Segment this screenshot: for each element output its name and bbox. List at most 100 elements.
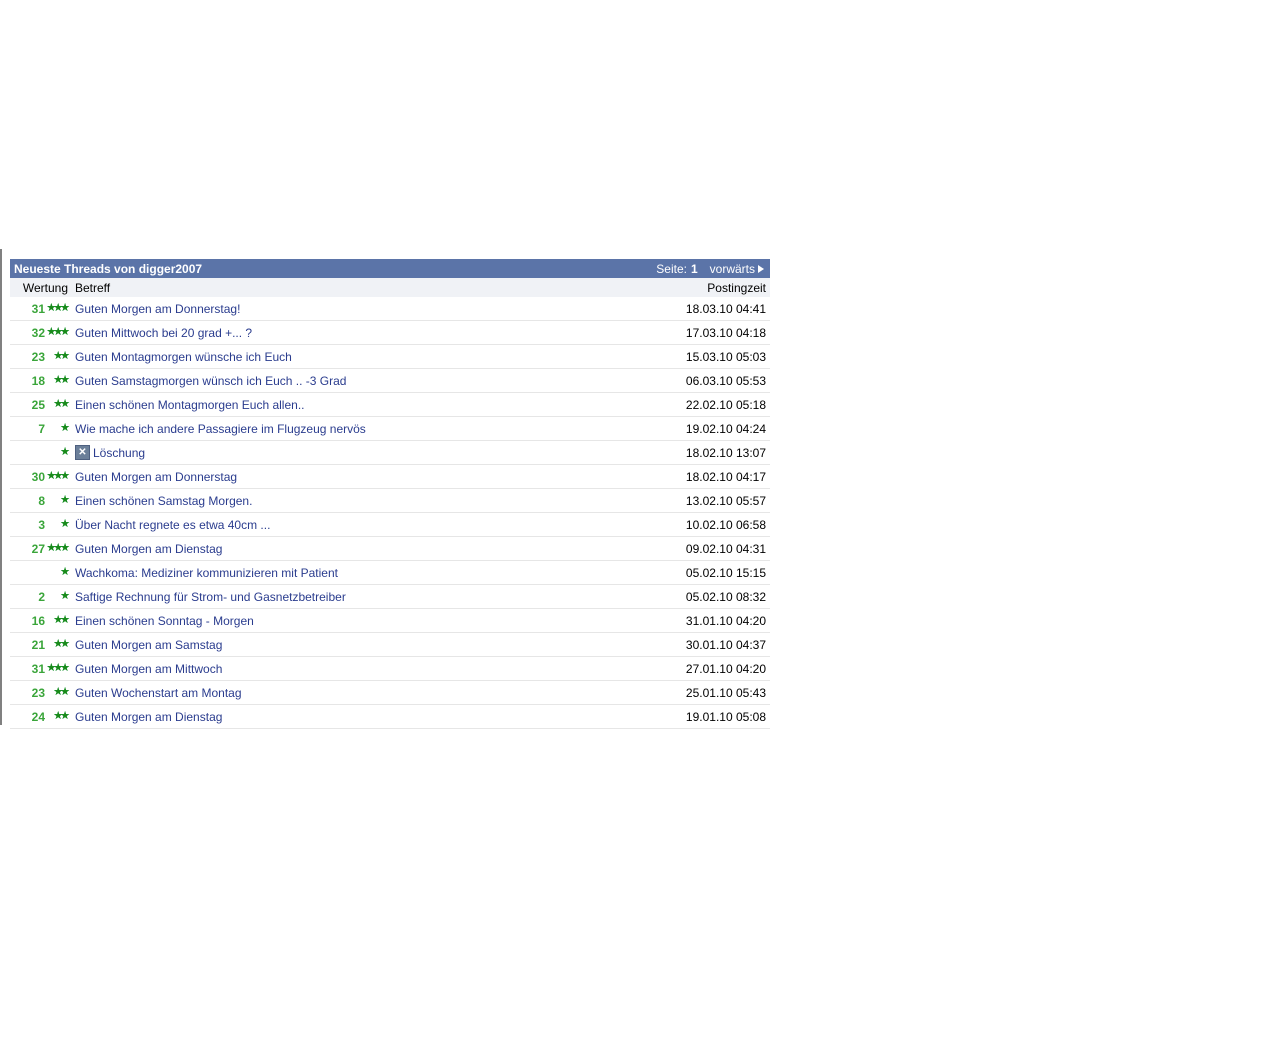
- thread-subject: Guten Montagmorgen wünsche ich Euch: [70, 350, 646, 364]
- posting-time: 18.02.10 04:17: [685, 469, 766, 484]
- star-icon: ★: [60, 374, 70, 386]
- star-icon: ★: [60, 590, 70, 602]
- thread-link[interactable]: Guten Mittwoch bei 20 grad +... ?: [75, 326, 252, 340]
- table-row: 3 ★ Über Nacht regnete es etwa 40cm ... 10.…: [10, 513, 770, 537]
- posting-time: 30.01.10 04:37: [685, 637, 766, 652]
- column-header-rating[interactable]: Wertung: [10, 281, 68, 295]
- rating-stars: ★ ★ ★: [45, 471, 70, 482]
- table-row: 24 ★ ★ Guten Morgen am Dienstag 19.01.10 05:…: [10, 705, 770, 729]
- table-row: 23 ★ ★ Guten Montagmorgen wünsche ich Euch 1…: [10, 345, 770, 369]
- star-icon: ★: [60, 446, 70, 458]
- thread-link[interactable]: Guten Morgen am Dienstag: [75, 542, 222, 556]
- table-row: ★ Wachkoma: Mediziner kommunizieren mit P…: [10, 561, 770, 585]
- delete-x-icon: ✕: [75, 445, 90, 460]
- rating-stars: ★ ★: [45, 375, 70, 386]
- rating-score: 8: [38, 493, 45, 508]
- posting-time: 18.02.10 13:07: [685, 445, 766, 460]
- table-row: 31 ★ ★ ★ Guten Morgen am Mittwoch 27.01.10 04…: [10, 657, 770, 681]
- column-header-row: Wertung Betreff Postingzeit: [10, 278, 770, 297]
- thread-link[interactable]: Guten Morgen am Mittwoch: [75, 662, 222, 676]
- posting-time: 31.01.10 04:20: [685, 613, 766, 628]
- rating-score: 32: [31, 325, 45, 340]
- table-row: 23 ★ ★ Guten Wochenstart am Montag 25.01.10 …: [10, 681, 770, 705]
- thread-link[interactable]: Wachkoma: Mediziner kommunizieren mit Pa…: [75, 566, 338, 580]
- rating-stars: ★ ★ ★: [45, 327, 70, 338]
- posting-time: 13.02.10 05:57: [685, 493, 766, 508]
- thread-subject: Guten Samstagmorgen wünsch ich Euch .. -…: [70, 374, 646, 388]
- thread-link[interactable]: Guten Morgen am Dienstag: [75, 710, 222, 724]
- thread-link[interactable]: Guten Morgen am Donnerstag: [75, 470, 237, 484]
- thread-link[interactable]: Guten Montagmorgen wünsche ich Euch: [75, 350, 292, 364]
- posting-time: 19.01.10 05:08: [685, 709, 766, 724]
- thread-subject: Guten Morgen am Mittwoch: [70, 662, 646, 676]
- rating-score: 30: [31, 469, 45, 484]
- column-header-time[interactable]: Postingzeit: [646, 281, 770, 295]
- table-row: 21 ★ ★ Guten Morgen am Samstag 30.01.10 04:3…: [10, 633, 770, 657]
- rating-stars: ★ ★: [45, 639, 70, 650]
- thread-subject: Einen schönen Montagmorgen Euch allen..: [70, 398, 646, 412]
- thread-link[interactable]: Einen schönen Samstag Morgen.: [75, 494, 252, 508]
- page-label: Seite:: [656, 261, 687, 276]
- star-icon: ★: [60, 662, 70, 674]
- posting-time: 10.02.10 06:58: [685, 517, 766, 532]
- rating-score: 31: [31, 301, 45, 316]
- posting-time: 19.02.10 04:24: [685, 421, 766, 436]
- next-page-link[interactable]: vorwärts: [710, 262, 766, 276]
- thread-subject: Guten Morgen am Dienstag: [70, 710, 646, 724]
- thread-subject: Wie mache ich andere Passagiere im Flugz…: [70, 422, 646, 436]
- star-icon: ★: [60, 422, 70, 434]
- rating-stars: ★: [45, 567, 70, 578]
- left-border-line: [0, 249, 2, 725]
- rating-score: 27: [31, 541, 45, 556]
- star-icon: ★: [60, 686, 70, 698]
- posting-time: 05.02.10 08:32: [685, 589, 766, 604]
- star-icon: ★: [60, 638, 70, 650]
- thread-link[interactable]: Guten Morgen am Donnerstag!: [75, 302, 240, 316]
- star-icon: ★: [60, 326, 70, 338]
- rating-stars: ★ ★: [45, 687, 70, 698]
- thread-list: 31 ★ ★ ★ Guten Morgen am Donnerstag! 18.03.10…: [10, 297, 770, 729]
- pager: Seite: 1 vorwärts: [656, 262, 766, 276]
- star-icon: ★: [60, 302, 70, 314]
- next-page-label[interactable]: vorwärts: [710, 262, 755, 276]
- thread-subject: Saftige Rechnung für Strom- und Gasnetzb…: [70, 590, 646, 604]
- rating-stars: ★ ★: [45, 711, 70, 722]
- thread-subject: ✕ Löschung: [70, 445, 646, 460]
- table-row: 32 ★ ★ ★ Guten Mittwoch bei 20 grad +... ? 17…: [10, 321, 770, 345]
- table-row: 31 ★ ★ ★ Guten Morgen am Donnerstag! 18.03.10…: [10, 297, 770, 321]
- threads-panel: Neueste Threads von digger2007 Seite: 1 …: [10, 259, 770, 729]
- rating-score: 21: [31, 637, 45, 652]
- thread-subject: Einen schönen Sonntag - Morgen: [70, 614, 646, 628]
- rating-stars: ★ ★ ★: [45, 663, 70, 674]
- thread-subject: Einen schönen Samstag Morgen.: [70, 494, 646, 508]
- star-icon: ★: [60, 566, 70, 578]
- thread-link[interactable]: Einen schönen Sonntag - Morgen: [75, 614, 254, 628]
- rating-score: 24: [31, 709, 45, 724]
- rating-score: 3: [38, 517, 45, 532]
- table-row: 7 ★ Wie mache ich andere Passagiere im Flu…: [10, 417, 770, 441]
- thread-link[interactable]: Guten Wochenstart am Montag: [75, 686, 242, 700]
- arrow-right-icon[interactable]: [758, 264, 764, 273]
- rating-stars: ★: [45, 591, 70, 602]
- column-header-subject[interactable]: Betreff: [68, 281, 646, 295]
- thread-subject: Guten Mittwoch bei 20 grad +... ?: [70, 326, 646, 340]
- thread-link[interactable]: Wie mache ich andere Passagiere im Flugz…: [75, 422, 366, 436]
- panel-title: Neueste Threads von digger2007: [14, 261, 203, 276]
- thread-link[interactable]: Saftige Rechnung für Strom- und Gasnetzb…: [75, 590, 346, 604]
- thread-link[interactable]: Guten Morgen am Samstag: [75, 638, 222, 652]
- posting-time: 22.02.10 05:18: [685, 397, 766, 412]
- thread-subject: Guten Wochenstart am Montag: [70, 686, 646, 700]
- rating-stars: ★ ★ ★: [45, 303, 70, 314]
- thread-link[interactable]: Über Nacht regnete es etwa 40cm ...: [75, 518, 270, 532]
- rating-stars: ★ ★: [45, 399, 70, 410]
- table-row: 2 ★ Saftige Rechnung für Strom- und Gasnet…: [10, 585, 770, 609]
- table-row: 25 ★ ★ Einen schönen Montagmorgen Euch alle…: [10, 393, 770, 417]
- thread-link[interactable]: Einen schönen Montagmorgen Euch allen..: [75, 398, 304, 412]
- posting-time: 18.03.10 04:41: [685, 301, 766, 316]
- posting-time: 09.02.10 04:31: [685, 541, 766, 556]
- thread-link[interactable]: Guten Samstagmorgen wünsch ich Euch .. -…: [75, 374, 346, 388]
- star-icon: ★: [60, 614, 70, 626]
- star-icon: ★: [60, 710, 70, 722]
- thread-link[interactable]: Löschung: [93, 446, 145, 460]
- rating-score: 16: [31, 613, 45, 628]
